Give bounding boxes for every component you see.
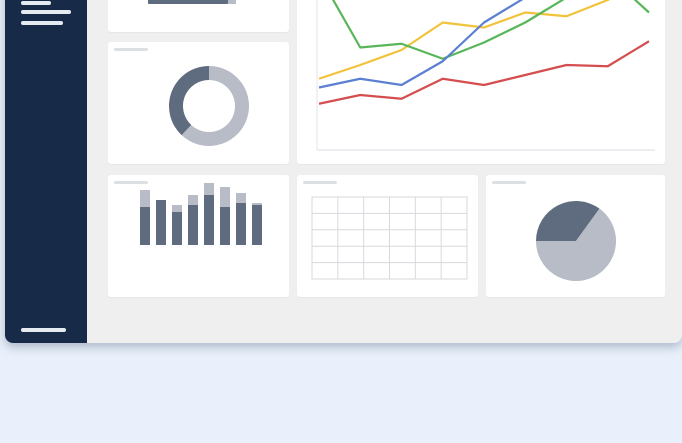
kpi-bar-remainder [228,0,236,4]
bar-stack-top [204,183,214,195]
bar-stack-top [236,193,246,203]
bar [252,205,262,245]
bar-stack-top [172,205,182,212]
menu-line [21,1,51,5]
dashboard-window [5,0,682,343]
line-series [331,0,650,60]
sidebar-footer-item[interactable] [21,328,66,332]
pie-chart-card[interactable] [486,175,665,297]
line-series [318,40,650,105]
bar [140,207,150,245]
bar-chart-card[interactable] [108,175,289,297]
donut-slice [169,66,209,136]
sidebar [5,0,87,343]
donut-chart [169,66,249,146]
bar [204,195,214,245]
line-series [318,0,524,89]
bar [188,205,198,245]
top-kpi-card[interactable] [108,0,289,32]
bar [220,207,230,245]
bar-stack-top [220,187,230,207]
bar-stack-top [252,203,262,205]
bar [236,203,246,245]
data-table-grid [311,196,468,280]
menu-line [21,21,63,25]
kpi-bar [148,0,228,4]
table-card[interactable] [297,175,478,297]
pie-chart [536,201,616,281]
bar-chart [140,183,262,245]
bar [172,212,182,245]
bar-stack-top [140,190,150,207]
line-chart-card[interactable] [297,0,665,164]
line-chart [316,0,655,151]
menu-line [21,10,71,14]
bar-stack-top [188,195,198,205]
bar [156,200,166,245]
donut-chart-card[interactable] [108,42,289,164]
